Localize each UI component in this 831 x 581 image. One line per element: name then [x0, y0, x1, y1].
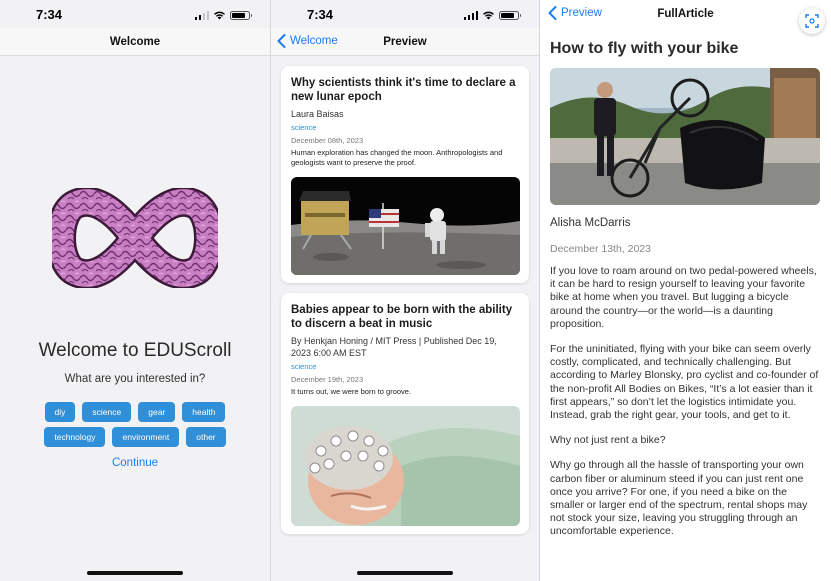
- article-hero-photo: [550, 68, 820, 205]
- battery-icon: [499, 10, 521, 20]
- nav-bar: Preview FullArticle: [540, 0, 831, 34]
- nav-bar: Welcome: [0, 28, 270, 56]
- wifi-icon: [483, 11, 494, 20]
- card-date: December 08th, 2023: [291, 136, 364, 145]
- status-time: 7:34: [36, 7, 63, 22]
- welcome-title: Welcome to EDUScroll: [38, 340, 232, 361]
- nav-title: FullArticle: [657, 8, 714, 20]
- status-bar: 7:34: [271, 0, 539, 28]
- signal-icon: [463, 10, 478, 20]
- signal-icon: [194, 10, 209, 20]
- interest-prompt: What are you interested in?: [64, 373, 206, 385]
- article-author: Alisha McDarris: [550, 217, 631, 229]
- chip-technology[interactable]: technology: [44, 427, 106, 447]
- article-date: December 13th, 2023: [550, 243, 651, 255]
- home-indicator: [87, 571, 183, 575]
- card-title: Babies appear to be born with the abilit…: [291, 304, 513, 330]
- nav-bar: Welcome Preview: [271, 28, 539, 56]
- chip-science[interactable]: science: [82, 402, 132, 422]
- eduscroll-brain-infinity-logo: [52, 188, 218, 288]
- scan-text-icon: [805, 14, 819, 28]
- card-category: science: [291, 123, 317, 132]
- card-author: By Henkjan Honing / MIT Press | Publishe…: [291, 336, 497, 358]
- chip-environment[interactable]: environment: [112, 427, 180, 447]
- article-paragraph: For the uninitiated, flying with your bi…: [550, 343, 819, 422]
- card-date: December 19th, 2023: [291, 375, 364, 384]
- interest-chips: diy science gear health technology envir…: [0, 402, 270, 447]
- home-indicator: [357, 571, 453, 575]
- scan-text-button[interactable]: [799, 8, 825, 34]
- newborn-eeg-photo: [291, 406, 520, 526]
- full-article-screen: Preview FullArticle How to fly with your…: [540, 0, 831, 581]
- article-paragraph: Why go through all the hassle of transpo…: [550, 459, 808, 538]
- preview-screen: 7:34 Welcome Preview Why scientists thin…: [271, 0, 539, 581]
- continue-button[interactable]: Continue: [0, 457, 270, 469]
- bike-travel-photo: [550, 68, 820, 205]
- article-card[interactable]: Why scientists think it's time to declar…: [281, 66, 529, 283]
- article-body[interactable]: How to fly with your bike Alisha McDarri…: [550, 32, 821, 539]
- chip-gear[interactable]: gear: [138, 402, 176, 422]
- card-description: It turns out, we were born to groove.: [291, 387, 412, 396]
- article-title: How to fly with your bike: [550, 40, 739, 57]
- card-category: science: [291, 362, 317, 371]
- card-title: Why scientists think it's time to declar…: [291, 77, 516, 103]
- chip-diy[interactable]: diy: [44, 402, 76, 422]
- card-description: Human exploration has changed the moon. …: [291, 148, 503, 167]
- battery-icon: [230, 10, 252, 20]
- article-subheading: Why not just rent a bike?: [550, 434, 666, 447]
- chip-health[interactable]: health: [182, 402, 226, 422]
- article-paragraph: If you love to roam around on two pedal-…: [550, 265, 817, 330]
- article-card[interactable]: Babies appear to be born with the abilit…: [281, 293, 529, 534]
- welcome-screen: 7:34 Welcome Welcome to EDUScroll What a…: [0, 0, 270, 581]
- status-bar: 7:34: [0, 0, 270, 28]
- card-author: Laura Baisas: [291, 109, 344, 119]
- nav-title: Welcome: [109, 36, 161, 48]
- nav-title: Preview: [383, 36, 427, 48]
- status-time: 7:34: [307, 7, 334, 22]
- article-feed[interactable]: Why scientists think it's time to declar…: [271, 57, 539, 581]
- moon-landing-photo: [291, 177, 520, 275]
- wifi-icon: [214, 11, 225, 20]
- chip-other[interactable]: other: [186, 427, 226, 447]
